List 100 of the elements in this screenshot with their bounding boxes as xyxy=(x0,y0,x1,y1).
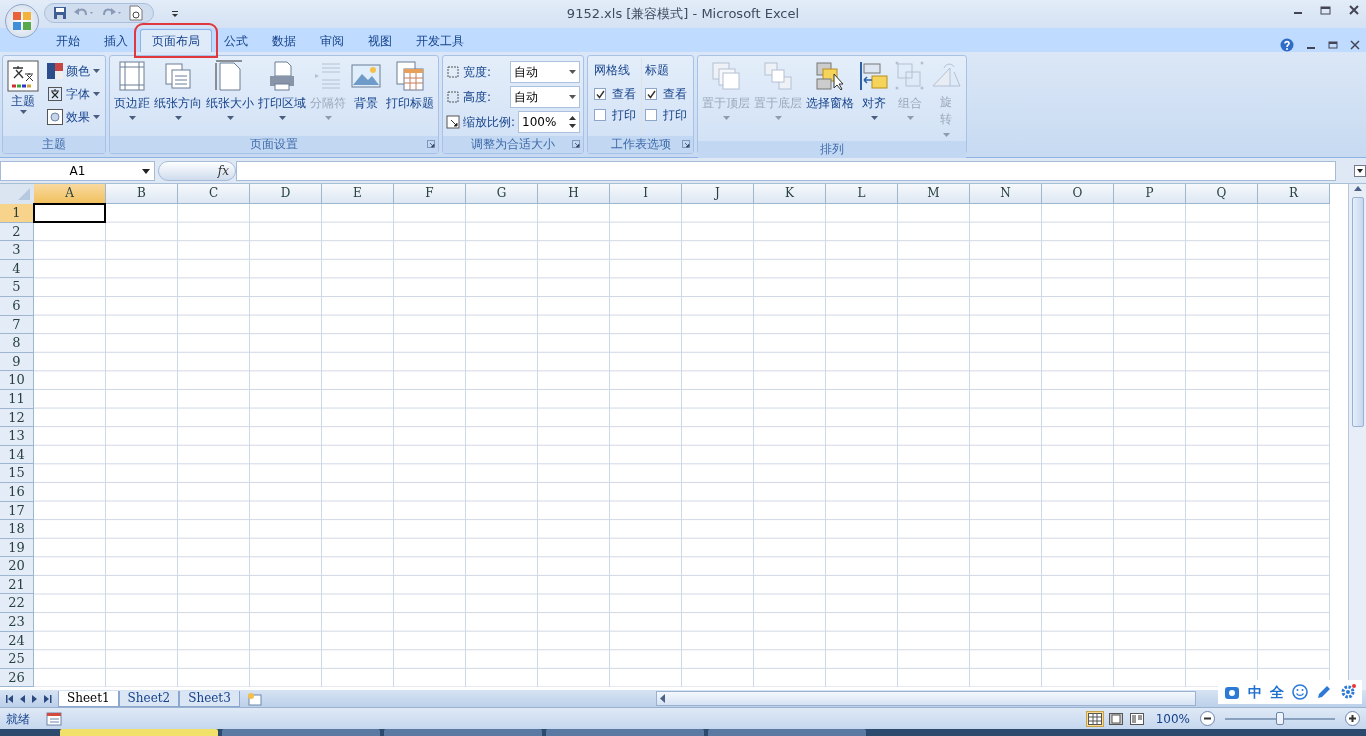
column-header[interactable]: D xyxy=(250,184,322,204)
dialog-launcher-icon[interactable] xyxy=(427,140,435,148)
vertical-scrollbar[interactable] xyxy=(1348,184,1366,690)
formula-field[interactable] xyxy=(236,160,1336,181)
checkbox[interactable] xyxy=(645,88,658,100)
horizontal-scrollbar[interactable] xyxy=(656,691,1196,706)
restore-icon[interactable] xyxy=(1320,4,1332,16)
column-header[interactable]: C xyxy=(178,184,250,204)
ribbon-tab[interactable]: 数据 xyxy=(260,29,308,52)
spinner-arrows-icon[interactable] xyxy=(569,115,577,129)
view-button[interactable] xyxy=(1106,710,1125,727)
column-header[interactable]: I xyxy=(610,184,682,204)
scale-spinner[interactable]: 100% xyxy=(518,111,581,133)
view-button[interactable] xyxy=(1085,710,1104,727)
row-header[interactable]: 18 xyxy=(0,520,34,539)
expand-icon[interactable] xyxy=(1354,164,1366,177)
column-header[interactable]: A xyxy=(34,184,106,204)
column-header[interactable]: G xyxy=(466,184,538,204)
theme-option-button[interactable]: 效果 xyxy=(45,107,102,127)
dialog-launcher-icon[interactable] xyxy=(682,140,691,148)
zoom-slider-thumb[interactable] xyxy=(1276,711,1284,725)
emoji-icon[interactable] xyxy=(1292,684,1308,700)
row-header[interactable]: 3 xyxy=(0,241,34,260)
ribbon-button[interactable]: 打印区域 xyxy=(257,58,307,134)
row-header[interactable]: 5 xyxy=(0,278,34,297)
insert-function-button[interactable]: fx xyxy=(158,160,236,181)
column-header[interactable]: R xyxy=(1258,184,1330,204)
column-header[interactable]: K xyxy=(754,184,826,204)
last-sheet-icon[interactable] xyxy=(44,694,52,703)
ribbon-tab[interactable]: 开发工具 xyxy=(404,29,476,52)
zoom-in-button[interactable] xyxy=(1345,711,1360,726)
ribbon-tab[interactable]: 开始 xyxy=(44,29,92,52)
caret-icon[interactable] xyxy=(142,168,150,174)
close-icon[interactable] xyxy=(1348,4,1360,16)
checkbox-label[interactable]: 打印 xyxy=(663,106,688,124)
size-dropdown[interactable]: 自动 xyxy=(510,61,581,83)
row-header[interactable]: 15 xyxy=(0,464,34,483)
ribbon-tab[interactable]: 视图 xyxy=(356,29,404,52)
zoom-out-button[interactable] xyxy=(1200,711,1215,726)
customize-menu-icon[interactable] xyxy=(171,9,179,19)
first-sheet-icon[interactable] xyxy=(6,694,14,703)
checkbox-label[interactable]: 查看 xyxy=(612,85,637,103)
save-icon[interactable] xyxy=(53,6,67,20)
column-header[interactable]: B xyxy=(106,184,178,204)
row-header[interactable]: 20 xyxy=(0,557,34,576)
print-preview-icon[interactable] xyxy=(129,5,143,21)
zoom-level[interactable]: 100% xyxy=(1155,709,1190,728)
ribbon-button[interactable]: 打印标题 xyxy=(385,58,435,134)
ribbon-button[interactable]: 纸张方向 xyxy=(153,58,203,134)
ribbon-button[interactable]: 选择窗格 xyxy=(805,58,856,139)
help-icon[interactable] xyxy=(1280,38,1294,52)
dialog-launcher-icon[interactable] xyxy=(572,140,581,148)
row-header[interactable]: 13 xyxy=(0,427,34,446)
macro-record-icon[interactable] xyxy=(46,711,62,726)
sheet-tab[interactable]: Sheet2 xyxy=(118,690,180,707)
close-icon[interactable] xyxy=(1350,40,1360,50)
theme-option-button[interactable]: 颜色 xyxy=(45,61,102,81)
checkbox-label[interactable]: 打印 xyxy=(612,106,637,124)
ribbon-button[interactable]: 对齐 xyxy=(857,58,892,139)
skin-icon[interactable] xyxy=(1224,684,1240,700)
selected-cell[interactable] xyxy=(33,203,106,223)
restore-icon[interactable] xyxy=(1328,40,1338,50)
input-mode-toggle[interactable]: 全 xyxy=(1270,681,1284,703)
previous-sheet-icon[interactable] xyxy=(20,694,26,703)
sheet-tab[interactable]: Sheet3 xyxy=(179,690,240,707)
checkbox-label[interactable]: 查看 xyxy=(663,85,688,103)
ribbon-tab[interactable]: 审阅 xyxy=(308,29,356,52)
pen-icon[interactable] xyxy=(1316,684,1332,700)
column-header[interactable]: H xyxy=(538,184,610,204)
column-header[interactable]: O xyxy=(1042,184,1114,204)
row-header[interactable]: 10 xyxy=(0,371,34,390)
ribbon-tab[interactable]: 公式 xyxy=(212,29,260,52)
checkbox[interactable] xyxy=(645,109,658,121)
sheet-tab[interactable]: Sheet1 xyxy=(58,690,119,707)
office-button[interactable] xyxy=(5,4,39,38)
column-header[interactable]: N xyxy=(970,184,1042,204)
column-header[interactable]: F xyxy=(394,184,466,204)
column-header[interactable]: P xyxy=(1114,184,1186,204)
scroll-up-icon[interactable] xyxy=(1353,186,1362,191)
column-header[interactable]: J xyxy=(682,184,754,204)
row-header[interactable]: 22 xyxy=(0,594,34,614)
ribbon-tab[interactable]: 插入 xyxy=(92,29,140,52)
scrollbar-thumb[interactable] xyxy=(1351,197,1364,427)
column-header[interactable]: E xyxy=(322,184,394,204)
row-header[interactable]: 8 xyxy=(0,334,34,353)
row-header[interactable]: 23 xyxy=(0,613,34,632)
ribbon-button[interactable]: 页边距 xyxy=(113,58,151,134)
ribbon-button[interactable]: 纸张大小 xyxy=(205,58,255,134)
settings-icon[interactable] xyxy=(1340,684,1356,700)
view-button[interactable] xyxy=(1127,710,1146,727)
column-header[interactable]: Q xyxy=(1186,184,1258,204)
next-sheet-icon[interactable] xyxy=(32,694,38,703)
input-mode-toggle[interactable]: 中 xyxy=(1248,681,1262,703)
checkbox[interactable] xyxy=(594,88,607,100)
size-dropdown[interactable]: 自动 xyxy=(510,86,581,108)
checkbox[interactable] xyxy=(594,109,607,121)
themes-button[interactable]: 主题 xyxy=(6,58,40,134)
ribbon-button[interactable]: 背景 xyxy=(349,58,383,134)
row-header[interactable]: 1 xyxy=(0,204,34,223)
column-header[interactable]: M xyxy=(898,184,970,204)
